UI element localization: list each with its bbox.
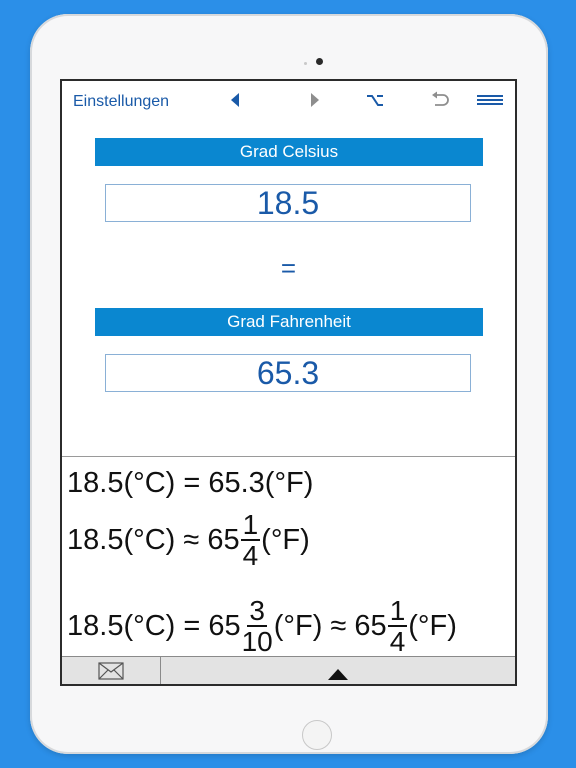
undo-icon[interactable]: [429, 89, 451, 111]
forward-arrow-icon[interactable]: [308, 89, 322, 111]
result-exact-decimal: 18.5(°C) = 65.3(°F): [67, 467, 314, 499]
triangle-up-icon: [328, 668, 348, 680]
result-exact-fraction: 18.5(°C) = 65 3 10 (°F) ≈ 65 1 4 (°F): [67, 595, 457, 657]
fraction: 3 10: [241, 595, 273, 657]
option-key-icon[interactable]: [364, 89, 386, 111]
home-button[interactable]: [302, 720, 332, 750]
fraction: 1 4: [387, 595, 408, 657]
equals-sign: =: [280, 253, 297, 283]
results-panel: 18.5(°C) = 65.3(°F) 18.5(°C) ≈ 65 1 4 (°…: [62, 456, 515, 657]
envelope-icon: [98, 662, 124, 680]
to-value-field[interactable]: 65.3: [105, 354, 471, 392]
front-camera: [316, 58, 323, 65]
expand-button[interactable]: [161, 657, 515, 684]
to-unit-label[interactable]: Grad Fahrenheit: [95, 308, 483, 336]
navigation-bar: Einstellungen: [62, 81, 515, 121]
fraction: 1 4: [240, 509, 261, 571]
microphone-dot: [304, 62, 307, 65]
menu-icon[interactable]: [476, 89, 504, 111]
bottom-toolbar: [62, 656, 515, 684]
back-arrow-icon[interactable]: [228, 89, 242, 111]
from-unit-label[interactable]: Grad Celsius: [95, 138, 483, 166]
result-approx-fraction: 18.5(°C) ≈ 65 1 4 (°F): [67, 509, 310, 571]
share-email-button[interactable]: [62, 657, 161, 684]
app-screen: Einstellungen Grad Celsius 18.5 = Grad F…: [60, 79, 517, 686]
settings-button[interactable]: Einstellungen: [73, 93, 169, 111]
from-value-field[interactable]: 18.5: [105, 184, 471, 222]
